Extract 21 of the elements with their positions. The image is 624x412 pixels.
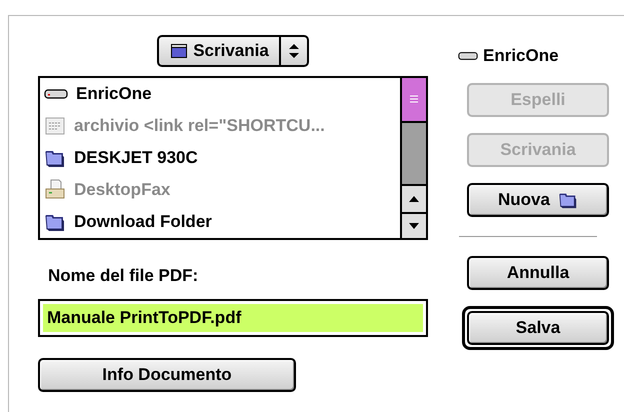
file-list-item[interactable]: Download Folder — [40, 206, 400, 238]
dialog-button[interactable]: Annulla — [467, 256, 609, 290]
printer-icon — [44, 179, 66, 201]
dialog-button[interactable]: Salva — [467, 310, 609, 344]
filename-label: Nome del file PDF: — [48, 265, 200, 287]
file-list-item[interactable]: EnricOne — [40, 78, 400, 110]
scrollbar[interactable] — [400, 78, 426, 238]
volume-name: EnricOne — [483, 45, 559, 67]
up-arrow-icon — [409, 196, 419, 202]
down-arrow-icon — [409, 223, 419, 229]
scroll-down-button[interactable] — [402, 212, 426, 238]
file-list-item[interactable]: DESKJET 930C — [40, 142, 400, 174]
document-icon — [44, 115, 66, 137]
desktop-icon — [171, 44, 188, 58]
new-folder-button[interactable]: Nuova — [467, 182, 609, 216]
location-popup[interactable]: Scrivania — [157, 35, 309, 67]
up-down-arrows-icon — [288, 44, 299, 58]
scroll-thumb[interactable] — [402, 78, 426, 123]
info-button[interactable]: Info Documento — [38, 358, 296, 392]
filename-field[interactable]: Manuale PrintToPDF.pdf — [38, 298, 428, 336]
scroll-up-button[interactable] — [402, 184, 426, 212]
